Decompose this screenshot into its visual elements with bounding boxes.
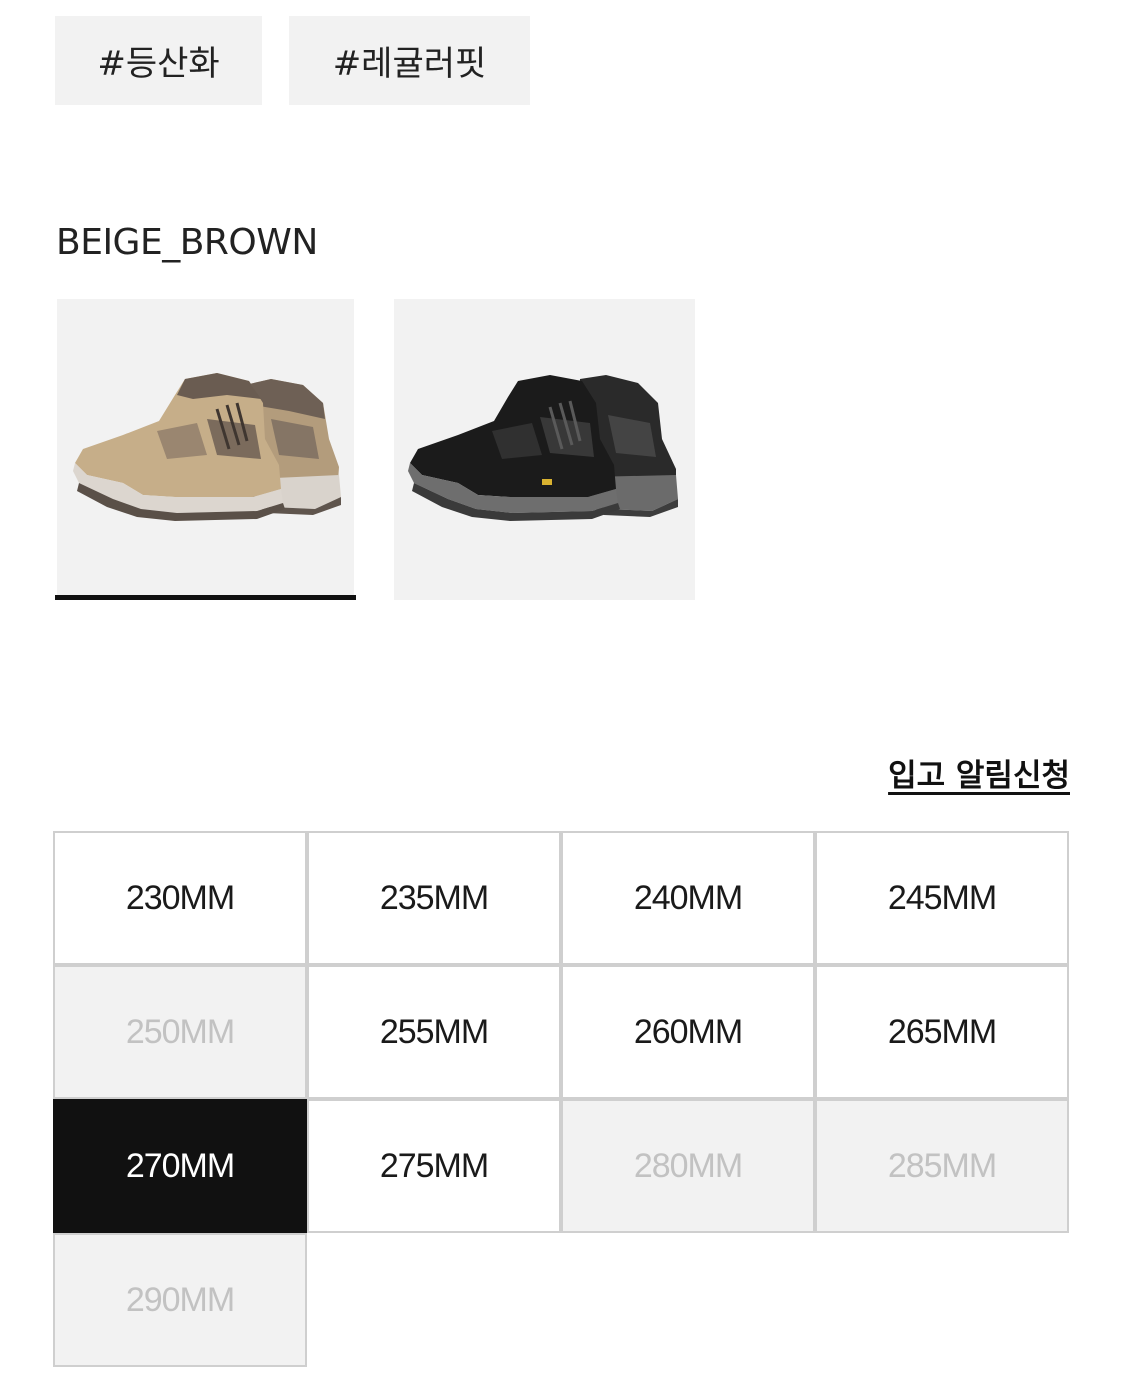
color-swatch-beige-brown[interactable] xyxy=(57,299,354,600)
size-option-245mm[interactable]: 245MM xyxy=(815,831,1069,965)
size-option-285mm[interactable]: 285MM xyxy=(815,1099,1069,1233)
size-option-250mm[interactable]: 250MM xyxy=(53,965,307,1099)
color-swatch-black[interactable] xyxy=(394,299,695,600)
hashtag-list: #등산화 #레귤러핏 xyxy=(55,16,530,105)
tag-regular-fit[interactable]: #레귤러핏 xyxy=(289,16,530,105)
size-option-260mm[interactable]: 260MM xyxy=(561,965,815,1099)
selected-color-name: BEIGE_BROWN xyxy=(56,222,318,263)
size-option-275mm[interactable]: 275MM xyxy=(307,1099,561,1233)
size-option-235mm[interactable]: 235MM xyxy=(307,831,561,965)
selected-swatch-indicator xyxy=(55,595,356,600)
size-option-270mm[interactable]: 270MM xyxy=(53,1099,307,1233)
size-option-265mm[interactable]: 265MM xyxy=(815,965,1069,1099)
boot-image-beige-brown xyxy=(73,373,341,521)
size-option-240mm[interactable]: 240MM xyxy=(561,831,815,965)
boot-image-black xyxy=(408,375,678,521)
size-option-290mm[interactable]: 290MM xyxy=(53,1233,307,1367)
size-option-280mm[interactable]: 280MM xyxy=(561,1099,815,1233)
tag-hiking-shoes[interactable]: #등산화 xyxy=(55,16,262,105)
restock-notify-link[interactable]: 입고 알림신청 xyxy=(888,750,1070,795)
size-option-230mm[interactable]: 230MM xyxy=(53,831,307,965)
size-option-255mm[interactable]: 255MM xyxy=(307,965,561,1099)
